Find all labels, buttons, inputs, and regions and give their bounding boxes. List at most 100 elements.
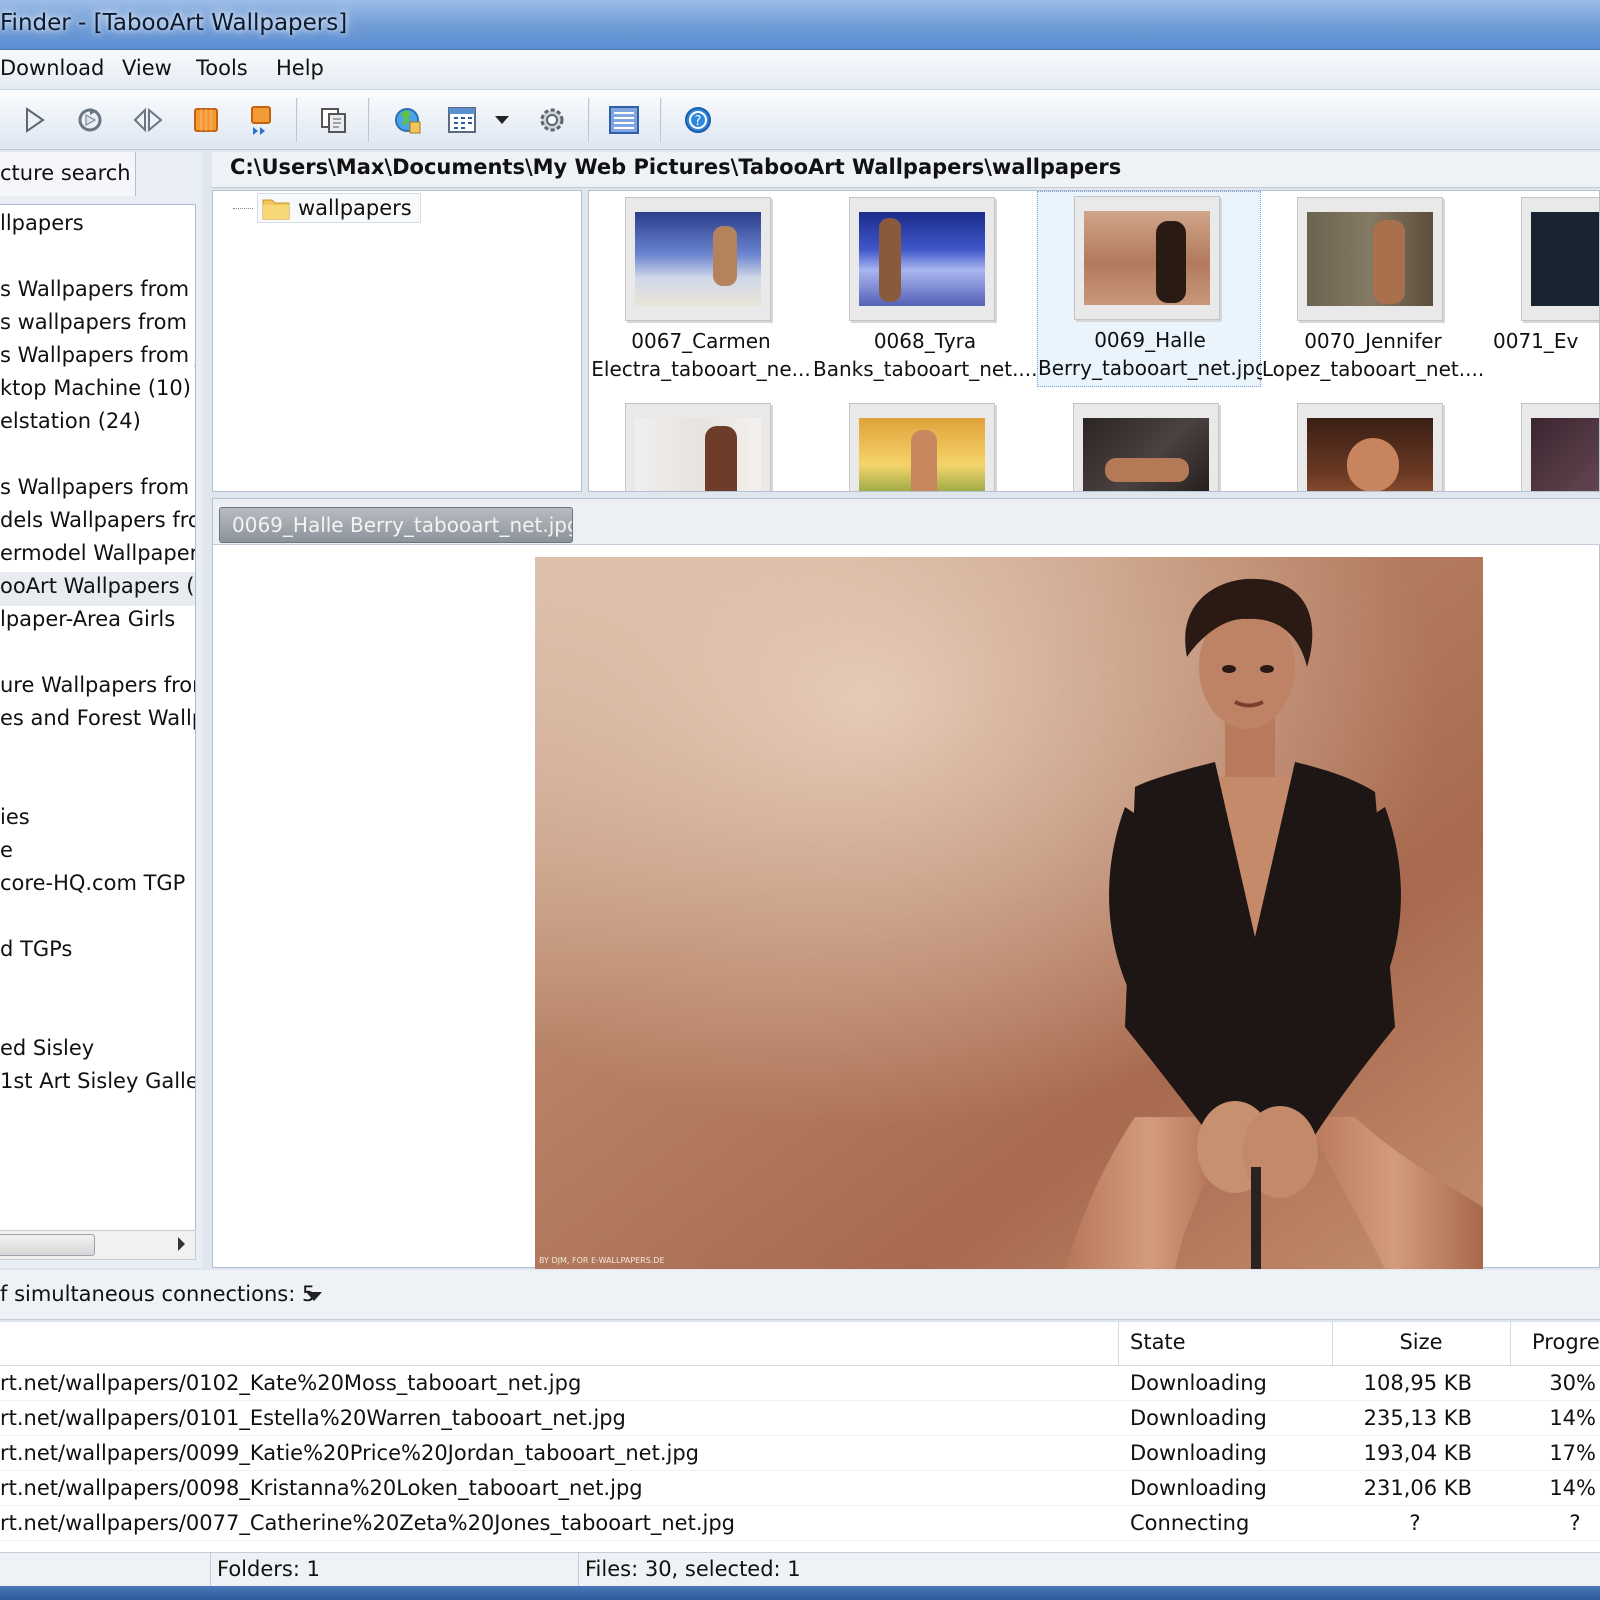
copy-icon[interactable] [316,102,352,138]
menu-tools[interactable]: Tools [196,56,248,80]
thumbnail-item-selected[interactable]: 0069_Halle Berry_tabooart_net.jpg [1037,191,1262,387]
source-item[interactable]: es and Forest Wallpa [0,706,195,730]
step-icon[interactable] [130,102,166,138]
folder-tree: wallpapers [212,190,582,492]
column-header-size[interactable]: Size [1332,1330,1510,1354]
table-row[interactable]: rt.net/wallpapers/0098_Kristanna%20Loken… [0,1471,1600,1506]
thumbnail-item[interactable]: 0068_Tyra Banks_tabooart_net.... [813,193,1037,389]
download-size: 193,04 KB [1363,1441,1472,1465]
thumbnail-frame [1521,403,1599,491]
source-list[interactable]: llpapers s Wallpapers from Do s wallpape… [0,204,196,1234]
preview-watermark: BY DJM, FOR E-WALLPAPERS.DE [539,1256,665,1265]
table-row[interactable]: rt.net/wallpapers/0101_Estella%20Warren_… [0,1401,1600,1436]
column-separator[interactable] [1510,1322,1511,1366]
menu-download[interactable]: Download [0,56,104,80]
source-item[interactable]: lpaper-Area Girls [0,607,175,631]
menu-bar: Download View Tools Help [0,50,1600,90]
thumbnail-frame [1073,403,1219,491]
download-state: Downloading [1130,1441,1267,1465]
thumbnail-item[interactable]: 0071_Ev [1485,193,1599,389]
source-item[interactable]: s Wallpapers from O [0,475,195,499]
download-size: ? [1409,1511,1421,1535]
scrollbar-thumb[interactable] [0,1234,95,1256]
scroll-right-icon[interactable] [178,1237,185,1251]
source-item[interactable]: elstation (24) [0,409,141,433]
settings-icon[interactable] [534,102,570,138]
source-item[interactable]: d TGPs [0,937,72,961]
connections-bar: f simultaneous connections: 5 [0,1270,1600,1320]
view-icon[interactable] [444,102,480,138]
thumbnail-image [1307,212,1433,306]
source-item[interactable]: llpapers [0,211,84,235]
stop-all-icon[interactable] [244,102,280,138]
download-size: 235,13 KB [1363,1406,1472,1430]
stop-icon[interactable] [188,102,224,138]
source-item[interactable]: s Wallpapers from Ju [0,343,195,367]
column-header-progress[interactable]: Progre [1532,1330,1600,1354]
status-bar: Folders: 1 Files: 30, selected: 1 [0,1552,1600,1587]
left-panel: cture search llpapers s Wallpapers from … [0,152,202,1268]
table-row[interactable]: rt.net/wallpapers/0099_Katie%20Price%20J… [0,1436,1600,1471]
path-bar: C:\Users\Max\Documents\My Web Pictures\T… [212,152,1600,188]
download-url: rt.net/wallpapers/0101_Estella%20Warren_… [0,1406,626,1430]
thumbnail-image [1083,418,1209,491]
download-progress: 17% [1549,1441,1596,1465]
globe-icon[interactable] [390,102,426,138]
dropdown-icon[interactable] [490,102,514,138]
column-separator[interactable] [1118,1322,1119,1366]
title-bar[interactable]: Finder - [TabooArt Wallpapers] [0,0,1600,50]
thumbnail-frame [849,403,995,491]
table-row[interactable]: rt.net/wallpapers/0077_Catherine%20Zeta%… [0,1506,1600,1541]
thumbnail-frame [849,197,995,321]
download-url: rt.net/wallpapers/0102_Kate%20Moss_taboo… [0,1371,582,1395]
taskbar-edge [0,1586,1600,1600]
source-item[interactable]: core-HQ.com TGP [0,871,185,895]
source-item[interactable]: ies [0,805,30,829]
thumbnail-item[interactable]: 0070_Jennifer Lopez_tabooart_net.... [1261,193,1485,389]
download-state: Downloading [1130,1406,1267,1430]
thumbnail-frame [1074,196,1220,320]
menu-help[interactable]: Help [276,56,324,80]
menu-view[interactable]: View [122,56,172,80]
column-header-state[interactable]: State [1130,1330,1186,1354]
source-item[interactable]: s Wallpapers from Do [0,277,195,301]
toolbar-separator [588,98,590,142]
svg-text:?: ? [695,114,702,129]
thumbnail-image [635,418,761,491]
table-row[interactable]: rt.net/wallpapers/0102_Kate%20Moss_taboo… [0,1366,1600,1401]
source-item[interactable]: s wallpapers from DT [0,310,195,334]
list-icon[interactable] [606,102,642,138]
window-title: Finder - [TabooArt Wallpapers] [0,10,348,36]
horizontal-scrollbar[interactable] [0,1230,196,1260]
thumbnail-item[interactable] [1485,399,1599,491]
help-icon[interactable]: ? [680,102,716,138]
thumbnail-item[interactable] [813,399,1037,491]
connections-dropdown-icon[interactable] [306,1292,322,1301]
thumbnail-item[interactable] [589,399,813,491]
refresh-icon[interactable] [72,102,108,138]
thumbnail-caption: 0068_Tyra Banks_tabooart_net.... [813,329,1037,381]
folder-node[interactable]: wallpapers [233,193,421,223]
download-progress: 14% [1549,1406,1596,1430]
source-item[interactable]: ktop Machine (10) [0,376,191,400]
source-item[interactable]: ed Sisley [0,1036,94,1060]
source-item[interactable]: ermodel Wallpapers [0,541,195,565]
source-item[interactable]: 1st Art Sisley Gallery [0,1069,195,1093]
download-state: Downloading [1130,1476,1267,1500]
preview-tab-strip: 0069_Halle Berry_tabooart_net.jpg [213,499,1600,545]
thumbnail-item[interactable]: 0067_Carmen Electra_tabooart_ne... [589,193,813,389]
folder-label: wallpapers [298,196,412,220]
source-item[interactable]: dels Wallpapers from [0,508,195,532]
source-item[interactable]: e [0,838,13,862]
thumbnail-frame [1297,197,1443,321]
connections-label: f simultaneous connections: 5 [0,1282,316,1306]
thumbnail-item[interactable] [1261,399,1485,491]
play-icon[interactable] [16,102,52,138]
source-item-selected[interactable]: ooArt Wallpapers (30 [0,572,195,606]
thumbnail-grid: 0067_Carmen Electra_tabooart_ne... 0068_T… [588,190,1600,492]
download-progress: ? [1569,1511,1581,1535]
tab-picture-search[interactable]: cture search [0,152,136,196]
source-item[interactable]: ure Wallpapers from [0,673,195,697]
preview-tab[interactable]: 0069_Halle Berry_tabooart_net.jpg [219,507,573,543]
thumbnail-item[interactable] [1037,399,1261,491]
